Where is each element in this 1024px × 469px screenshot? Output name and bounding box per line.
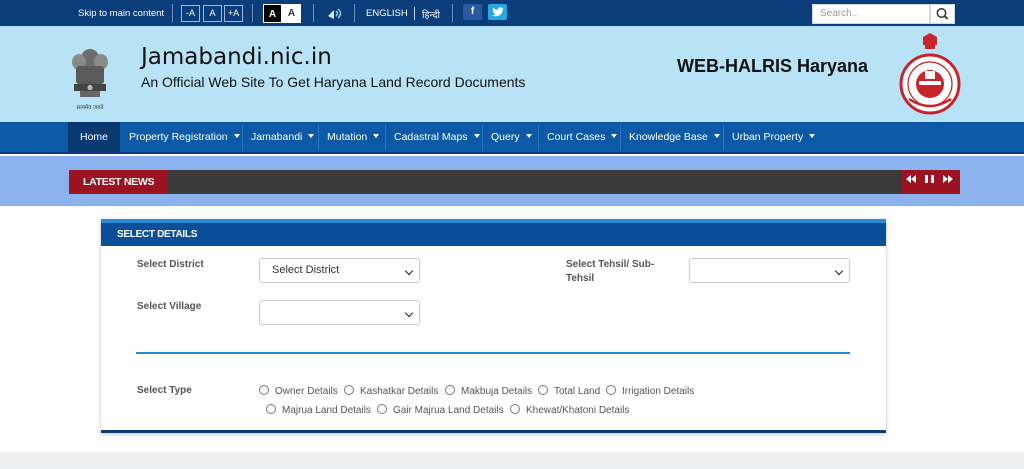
search-button[interactable]	[930, 4, 955, 24]
nav-jamabandi[interactable]: Jamabandi	[242, 122, 315, 152]
nav-label: Mutation	[327, 131, 368, 143]
radio-label: Kashatkar Details	[360, 386, 439, 397]
chevron-down-icon	[525, 134, 532, 138]
divider	[313, 4, 314, 22]
nav-court-cases[interactable]: Court Cases	[538, 122, 618, 152]
nav-query[interactable]: Query	[482, 122, 532, 152]
radio-label: Makbuja Details	[461, 386, 533, 397]
nav-label: Court Cases	[547, 131, 606, 143]
radio-circle[interactable]	[266, 404, 276, 414]
facebook-icon[interactable]: f	[463, 4, 482, 20]
chevron-down-icon	[809, 134, 816, 138]
font-decrease-button[interactable]: -A	[181, 5, 200, 22]
divider	[414, 7, 415, 20]
chevron-down-icon	[713, 134, 720, 138]
normal-contrast-button[interactable]: A	[282, 4, 301, 23]
village-label: Select Village	[137, 301, 202, 312]
divider	[172, 4, 173, 22]
radio-circle[interactable]	[344, 385, 354, 395]
radio-gair-majrua-land-details[interactable]: Gair Majrua Land Details	[377, 404, 504, 417]
chevron-down-icon	[834, 266, 844, 276]
nav-label: Urban Property	[732, 131, 804, 143]
radio-label: Irrigation Details	[622, 386, 695, 397]
latest-news-label: LATEST NEWS	[69, 170, 168, 194]
screen-reader-icon[interactable]	[327, 7, 347, 20]
nav-mutation[interactable]: Mutation	[318, 122, 380, 152]
select-details-panel: SELECT DETAILS Select District Select Di…	[101, 219, 886, 433]
divider	[354, 4, 355, 22]
district-select[interactable]: Select District	[259, 258, 420, 283]
radio-owner-details[interactable]: Owner Details	[259, 385, 338, 398]
tehsil-label: Select Tehsil/ Sub-Tehsil	[566, 259, 655, 284]
radio-circle[interactable]	[445, 385, 455, 395]
radio-label: Khewat/Khatoni Details	[526, 405, 630, 416]
district-label: Select District	[137, 259, 204, 270]
search-input[interactable]: Search..	[812, 4, 930, 24]
english-language-link[interactable]: ENGLISH	[366, 8, 408, 19]
radio-circle[interactable]	[538, 385, 548, 395]
radio-circle[interactable]	[259, 385, 269, 395]
main-nav: Home Property Registration Jamabandi Mut…	[0, 122, 1024, 154]
nav-home[interactable]: Home	[68, 122, 120, 152]
section-divider	[136, 352, 850, 354]
radio-total-land[interactable]: Total Land	[538, 385, 600, 398]
skip-to-main-link[interactable]: Skip to main content	[78, 8, 164, 19]
nav-label: Query	[491, 131, 520, 143]
nav-knowledge-base[interactable]: Knowledge Base	[620, 122, 720, 152]
site-header: सत्यमेव जयते Jamabandi.nic.in An Officia…	[0, 26, 1024, 122]
nav-label: Cadastral Maps	[394, 131, 468, 143]
site-subtitle: An Official Web Site To Get Haryana Land…	[141, 74, 526, 90]
haryana-seal-icon[interactable]	[897, 31, 963, 117]
halris-title: WEB-HALRIS Haryana	[677, 56, 869, 76]
divider	[452, 4, 453, 22]
chevron-down-icon	[473, 134, 480, 138]
chevron-down-icon	[233, 134, 240, 138]
font-normal-button[interactable]: A	[203, 5, 222, 22]
radio-label: Gair Majrua Land Details	[393, 405, 504, 416]
radio-khewat-khatoni-details[interactable]: Khewat/Khatoni Details	[510, 404, 629, 417]
nav-label: Jamabandi	[251, 131, 303, 143]
radio-makbuja-details[interactable]: Makbuja Details	[445, 385, 532, 398]
chevron-down-icon	[404, 308, 414, 318]
hindi-language-link[interactable]: हिन्दी	[422, 8, 440, 21]
twitter-icon[interactable]	[488, 4, 507, 20]
district-select-value: Select District	[272, 264, 340, 276]
ticker-controls-icon[interactable]	[905, 173, 957, 185]
national-emblem-icon[interactable]: सत्यमेव जयते	[66, 44, 114, 116]
radio-label: Owner Details	[275, 386, 338, 397]
type-label: Select Type	[137, 385, 192, 396]
chevron-down-icon	[404, 266, 414, 276]
village-select[interactable]	[259, 300, 420, 325]
emblem-caption: सत्यमेव जयते	[76, 104, 104, 111]
search-icon	[936, 8, 949, 20]
radio-kashatkar-details[interactable]: Kashatkar Details	[344, 385, 438, 398]
panel-heading: SELECT DETAILS	[101, 223, 886, 246]
chevron-down-icon	[308, 134, 315, 138]
divider	[252, 4, 253, 22]
nav-urban-property[interactable]: Urban Property	[723, 122, 816, 152]
nav-label: Knowledge Base	[629, 131, 708, 143]
radio-circle[interactable]	[510, 404, 520, 414]
high-contrast-button[interactable]: A	[263, 4, 282, 23]
site-title: Jamabandi.nic.in	[141, 44, 332, 70]
radio-majrua-land-details[interactable]: Majrua Land Details	[266, 404, 371, 417]
nav-property-registration[interactable]: Property Registration	[120, 122, 240, 152]
footer-strip	[0, 452, 1024, 469]
news-controls[interactable]	[902, 170, 960, 194]
nav-cadastral-maps[interactable]: Cadastral Maps	[385, 122, 480, 152]
radio-circle[interactable]	[606, 385, 616, 395]
chevron-down-icon	[611, 134, 618, 138]
radio-irrigation-details[interactable]: Irrigation Details	[606, 385, 694, 398]
radio-circle[interactable]	[377, 404, 387, 414]
news-ticker[interactable]	[168, 170, 902, 194]
nav-label: Property Registration	[129, 131, 228, 143]
font-increase-button[interactable]: +A	[224, 5, 243, 22]
chevron-down-icon	[373, 134, 380, 138]
nav-home-label: Home	[80, 131, 109, 143]
radio-label: Majrua Land Details	[282, 405, 371, 416]
tehsil-select[interactable]	[689, 258, 850, 283]
utility-bar: Skip to main content -A A +A A A ENGLISH…	[0, 0, 1024, 26]
radio-label: Total Land	[554, 386, 601, 397]
